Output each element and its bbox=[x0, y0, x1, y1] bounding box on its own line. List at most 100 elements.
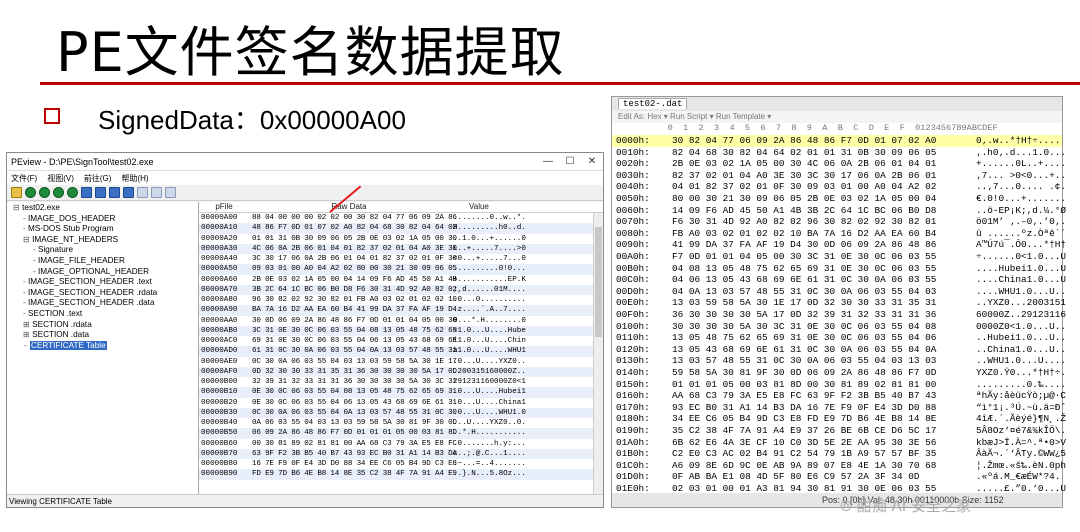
table-row[interactable]: 00000AC0 69 31 0E 30 0C 06 03 55 04 06 13… bbox=[199, 336, 603, 346]
view-dword-icon[interactable] bbox=[109, 187, 120, 198]
table-row[interactable]: 00000B70 63 9F F2 3B B5 40 B7 43 93 EC B0… bbox=[199, 448, 603, 459]
tree-item[interactable]: - IMAGE_SECTION_HEADER .data bbox=[9, 298, 196, 309]
hex-row[interactable]: 00D0h: 04 0A 13 03 57 48 55 31 0C 30 0A 0… bbox=[612, 286, 1066, 298]
tree-item[interactable]: ⊞ SECTION .rdata bbox=[9, 320, 196, 331]
table-row[interactable]: 00000B80 16 7E F9 0F E4 3D D0 88 34 EE C6… bbox=[199, 459, 603, 469]
hex-row[interactable]: 0170h: 93 EC B0 31 A1 14 B3 DA 16 7E F9 0… bbox=[612, 402, 1066, 414]
table-row[interactable]: 00000B20 0E 30 0C 06 03 55 04 06 13 05 43… bbox=[199, 398, 603, 408]
table-row[interactable]: 00000AB0 3C 31 0E 30 0C 06 03 55 04 08 13… bbox=[199, 325, 603, 336]
hex-row[interactable]: 0130h: 13 03 57 48 55 31 0C 30 0A 06 03 5… bbox=[612, 355, 1066, 367]
table-row[interactable]: 00000A90 BA 7A 16 D2 AA EA 60 B4 41 99 DA… bbox=[199, 305, 603, 316]
tree-item[interactable]: - IMAGE_SECTION_HEADER .text bbox=[9, 277, 196, 288]
hex-row[interactable]: 01D0h: 0F AB BA E1 08 4D 5F 80 E6 C9 57 2… bbox=[612, 471, 1062, 483]
table-row[interactable]: 00000AE0 0C 30 0A 06 03 55 04 03 13 03 59… bbox=[199, 357, 603, 367]
menu-item-1[interactable]: 视图(V) bbox=[47, 173, 74, 184]
view-qword-icon[interactable] bbox=[123, 187, 134, 198]
table-row[interactable]: 00000B50 06 09 2A 86 48 86 F7 0D 01 01 01… bbox=[199, 428, 603, 439]
table-row[interactable]: 00000A10 48 86 F7 0D 01 07 02 A0 82 04 68… bbox=[199, 223, 603, 234]
menu-item-2[interactable]: 前往(G) bbox=[84, 173, 112, 184]
col-rawdata-header[interactable]: Raw Data bbox=[249, 202, 449, 212]
hex-row[interactable]: 01B0h: C2 E0 C3 AC 02 B4 91 C2 54 79 1B A… bbox=[612, 448, 1066, 460]
hex-row[interactable]: 0070h: F6 30 31 4D 92 A0 82 02 96 30 82 0… bbox=[612, 216, 1066, 228]
tree-item[interactable]: - SECTION .text bbox=[9, 309, 196, 320]
tree-item[interactable]: - IMAGE_DOS_HEADER bbox=[9, 214, 196, 225]
vertical-scrollbar[interactable] bbox=[593, 213, 603, 494]
hex-row[interactable]: 0140h: 59 58 5A 30 81 9F 30 0D 06 09 2A 8… bbox=[612, 367, 1066, 379]
table-row[interactable]: 00000B30 0C 30 0A 06 03 55 04 0A 13 03 57… bbox=[199, 407, 603, 418]
maximize-icon[interactable]: ☐ bbox=[559, 156, 581, 167]
tree-expander-icon[interactable]: - bbox=[23, 341, 30, 350]
tree-item[interactable]: - IMAGE_OPTIONAL_HEADER bbox=[9, 267, 196, 278]
view-address-icon[interactable] bbox=[137, 187, 148, 198]
minimize-icon[interactable]: — bbox=[537, 156, 559, 167]
hex-row[interactable]: 00A0h: F7 0D 01 01 04 05 00 30 3C 31 0E 3… bbox=[612, 251, 1066, 263]
tree-item[interactable]: - IMAGE_FILE_HEADER bbox=[9, 256, 196, 267]
table-row[interactable]: 00000B90 FD E9 7D B6 4E B8 14 8E 35 C2 38… bbox=[199, 469, 603, 480]
table-row[interactable]: 00000B00 32 39 31 32 33 31 31 36 30 30 30… bbox=[199, 377, 603, 387]
table-row[interactable]: 00000B10 0E 30 0C 06 03 55 04 08 13 05 48… bbox=[199, 387, 603, 398]
tree-item[interactable]: ⊞ SECTION .data bbox=[9, 330, 196, 341]
hex-row[interactable]: 0190h: 35 C2 38 4F 7A 91 A4 E9 37 26 BE 6… bbox=[612, 425, 1066, 437]
table-row[interactable]: 00000A40 3C 30 17 06 0A 2B 06 01 04 01 82… bbox=[199, 254, 603, 264]
hex-row[interactable]: 0010h: 82 04 68 30 82 04 64 02 01 01 31 0… bbox=[612, 147, 1066, 159]
hex-row[interactable]: 0060h: 14 09 F6 AD 45 50 A1 4B 3B 2C 64 1… bbox=[612, 205, 1066, 217]
hex-row[interactable]: 0040h: 04 01 82 37 02 01 0F 30 09 03 01 0… bbox=[612, 181, 1066, 193]
hex-row[interactable]: 01A0h: 6B 62 E6 4A 3E CF 10 C0 3D 5E 2E A… bbox=[612, 437, 1066, 449]
hex-row[interactable]: 0090h: 41 99 DA 37 FA AF 19 D4 30 0D 06 0… bbox=[612, 239, 1066, 251]
table-row[interactable]: 00000B40 0A 06 03 55 04 03 13 03 59 58 5A… bbox=[199, 418, 603, 428]
view-byte-icon[interactable] bbox=[81, 187, 92, 198]
hex-row[interactable]: 0030h: 82 37 02 01 04 A0 3E 30 3C 30 17 0… bbox=[612, 170, 1066, 182]
view-offset-icon[interactable] bbox=[151, 187, 162, 198]
view-rva-icon[interactable] bbox=[165, 187, 176, 198]
table-row[interactable]: 00000AD0 61 31 0C 30 0A 06 03 55 04 0A 13… bbox=[199, 346, 603, 357]
hex-row[interactable]: 01C0h: A6 09 8E 6D 9C 0E AB 9A 89 07 E8 4… bbox=[612, 460, 1066, 472]
tree-item[interactable]: ⊟ IMAGE_NT_HEADERS bbox=[9, 235, 196, 246]
hex-toolbar[interactable]: Edit As: Hex ▾ Run Script ▾ Run Template… bbox=[612, 111, 1062, 123]
tree-expander-icon[interactable]: ⊞ bbox=[23, 330, 32, 339]
hex-row[interactable]: 0020h: 2B 0E 03 02 1A 05 00 30 4C 06 0A 2… bbox=[612, 158, 1066, 170]
hex-row[interactable]: 00E0h: 13 03 59 58 5A 30 1E 17 0D 32 30 3… bbox=[612, 297, 1066, 309]
table-row[interactable]: 00000A00 88 04 00 00 00 02 02 00 30 82 04… bbox=[199, 213, 603, 223]
menu-item-0[interactable]: 文件(F) bbox=[11, 173, 37, 184]
table-row[interactable]: 00000A60 2B 0E 03 02 1A 05 00 04 14 09 F6… bbox=[199, 275, 603, 285]
tree-item[interactable]: - Signature bbox=[9, 245, 196, 256]
col-pfile-header[interactable]: pFile bbox=[199, 202, 249, 212]
scroll-thumb[interactable] bbox=[595, 227, 602, 337]
menu-item-3[interactable]: 帮助(H) bbox=[121, 173, 148, 184]
tree-item[interactable]: ⊟ test02.exe bbox=[9, 203, 196, 214]
table-row[interactable]: 00000A70 3B 2C 64 1C BC 06 B0 D8 F6 30 31… bbox=[199, 284, 603, 295]
tree-item[interactable]: - CERTIFICATE Table bbox=[9, 340, 196, 352]
hex-row[interactable]: 0080h: FB A0 03 02 01 02 02 10 BA 7A 16 D… bbox=[612, 228, 1066, 240]
tree-expander-icon[interactable]: ⊟ bbox=[13, 203, 22, 212]
view-word-icon[interactable] bbox=[95, 187, 106, 198]
tree-expander-icon[interactable]: ⊟ bbox=[23, 235, 32, 244]
open-folder-icon[interactable] bbox=[11, 187, 22, 198]
nav-next-icon[interactable] bbox=[67, 187, 78, 198]
hex-row[interactable]: 00C0h: 04 06 13 05 43 68 69 6E 61 31 0C 3… bbox=[612, 274, 1066, 286]
hex-row[interactable]: 0150h: 01 01 01 05 00 03 81 8D 00 30 81 8… bbox=[612, 379, 1066, 391]
nav-forward-icon[interactable] bbox=[39, 187, 50, 198]
hex-row[interactable]: 00F0h: 36 30 30 30 30 5A 17 0D 32 39 31 3… bbox=[612, 309, 1066, 321]
hex-row[interactable]: 0000h: 30 82 04 77 06 09 2A 86 48 86 F7 0… bbox=[612, 135, 1062, 147]
hex-row[interactable]: 0120h: 13 05 43 68 69 6E 61 31 0C 30 0A 0… bbox=[612, 344, 1066, 356]
hex-row[interactable]: 0160h: AA 68 C3 79 3A E5 E8 FC 63 9F F2 3… bbox=[612, 390, 1066, 402]
close-icon[interactable]: ✕ bbox=[581, 156, 603, 167]
nav-back-icon[interactable] bbox=[25, 187, 36, 198]
hex-file-tab[interactable]: test02-.dat bbox=[618, 98, 688, 109]
hex-row[interactable]: 0180h: 34 EE C6 05 B4 9D C3 E8 FD E9 7D B… bbox=[612, 413, 1066, 425]
table-row[interactable]: 00000B60 00 30 81 89 02 81 81 00 AA 68 C3… bbox=[199, 439, 603, 449]
tree-item[interactable]: - MS-DOS Stub Program bbox=[9, 224, 196, 235]
table-row[interactable]: 00000A80 96 30 82 02 92 30 82 01 FB A0 03… bbox=[199, 295, 603, 305]
table-row[interactable]: 00000A30 4C 06 0A 2B 06 01 04 01 82 37 02… bbox=[199, 243, 603, 254]
tree-item[interactable]: - IMAGE_SECTION_HEADER .rdata bbox=[9, 288, 196, 299]
table-row[interactable]: 00000AF0 0D 32 30 30 33 31 35 31 36 30 30… bbox=[199, 366, 603, 377]
hex-row[interactable]: 0110h: 13 05 48 75 62 65 69 31 0E 30 0C 0… bbox=[612, 332, 1066, 344]
table-row[interactable]: 00000A20 01 01 31 0B 30 09 06 05 2B 0E 03… bbox=[199, 234, 603, 244]
table-row[interactable]: 00000AA0 30 0D 06 09 2A 86 48 86 F7 0D 01… bbox=[199, 316, 603, 326]
col-value-header[interactable]: Value bbox=[449, 202, 603, 212]
nav-prev-icon[interactable] bbox=[53, 187, 64, 198]
hex-row[interactable]: 0100h: 30 30 30 30 5A 30 3C 31 0E 30 0C 0… bbox=[612, 321, 1066, 333]
table-row[interactable]: 00000A50 09 03 01 00 A0 04 A2 02 80 00 30… bbox=[199, 264, 603, 275]
tree-expander-icon[interactable]: ⊞ bbox=[23, 320, 32, 329]
hex-row[interactable]: 00B0h: 04 08 13 05 48 75 62 65 69 31 0E 3… bbox=[612, 263, 1066, 275]
